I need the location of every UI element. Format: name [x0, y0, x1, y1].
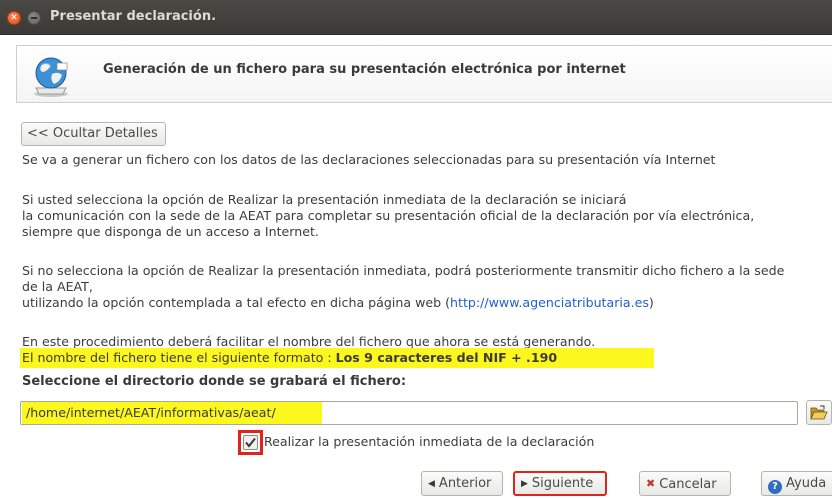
info-text: ) — [648, 295, 654, 310]
cancel-label: Cancelar — [659, 477, 717, 492]
browse-directory-button[interactable] — [806, 400, 832, 425]
next-button[interactable]: ▶ Siguiente — [513, 471, 607, 496]
previous-button[interactable]: ◀ Anterior — [421, 471, 503, 496]
cancel-icon: ✖ — [646, 477, 656, 490]
arrow-right-icon: ▶ — [521, 479, 528, 489]
aeat-website-link[interactable]: http://www.agenciatributaria.es — [450, 295, 649, 310]
immediate-submission-label: Realizar la presentación inmediata de la… — [264, 434, 595, 449]
help-button[interactable]: ? Ayuda — [761, 471, 832, 496]
info-line: siempre que disponga de un acceso a Inte… — [22, 224, 319, 239]
hide-details-button[interactable]: << Ocultar Detalles — [21, 122, 166, 146]
next-label: Siguiente — [531, 476, 594, 491]
close-window-button[interactable]: ✕ — [7, 11, 21, 25]
filename-format-line: El nombre del fichero tiene el siguiente… — [22, 350, 557, 366]
info-line: Si usted selecciona la opción de Realiza… — [22, 192, 627, 207]
directory-label: Seleccione el directorio donde se grabar… — [22, 374, 407, 389]
window-titlebar: ✕ Presentar declaración. — [0, 0, 832, 35]
info-line: la comunicación con la sede de la AEAT p… — [22, 208, 755, 223]
help-label: Ayuda — [786, 476, 827, 491]
info-line: Si no selecciona la opción de Realizar l… — [22, 263, 785, 278]
window-title: Presentar declaración. — [50, 9, 217, 24]
info-line-with-link: utilizando la opción contemplada a tal e… — [22, 295, 654, 311]
checkmark-icon — [245, 437, 256, 448]
info-line: de la AEAT, — [22, 279, 93, 294]
immediate-submission-checkbox[interactable] — [243, 435, 258, 450]
folder-open-icon — [810, 405, 828, 420]
info-text: utilizando la opción contemplada a tal e… — [22, 295, 451, 310]
minimize-window-button[interactable] — [27, 11, 41, 25]
filename-format-value: Los 9 caracteres del NIF + .190 — [335, 350, 558, 365]
help-icon: ? — [768, 480, 782, 494]
globe-icon — [34, 57, 68, 97]
previous-label: Anterior — [438, 476, 492, 491]
directory-path-value: /home/internet/AEAT/informativas/aeat/ — [26, 405, 276, 420]
intro-text: Se va a generar un fichero con los datos… — [22, 152, 716, 167]
info-text: El nombre del fichero tiene el siguiente… — [22, 350, 336, 365]
arrow-left-icon: ◀ — [428, 479, 435, 489]
header-title: Generación de un fichero para su present… — [103, 62, 626, 77]
cancel-button[interactable]: ✖ Cancelar — [639, 471, 731, 496]
